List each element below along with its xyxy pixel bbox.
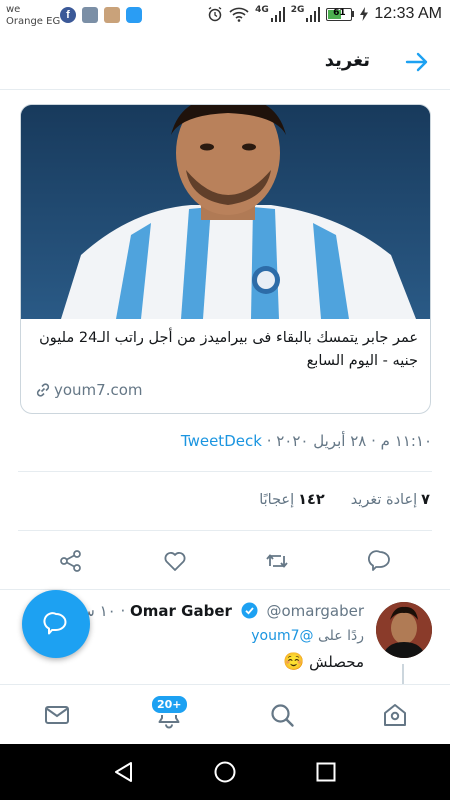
tweet-date: ٢٨ أبريل ٢٠٢٠: [276, 432, 367, 450]
carrier-line2: Orange EG: [6, 16, 61, 27]
search-icon[interactable]: [268, 701, 296, 729]
share-icon[interactable]: [58, 548, 84, 574]
article-image[interactable]: [21, 105, 430, 319]
facebook-icon: f: [60, 7, 76, 23]
carrier-info: we Orange EG: [6, 4, 60, 28]
back-arrow-icon[interactable]: [404, 50, 430, 74]
recents-square-icon[interactable]: [314, 760, 338, 784]
compose-reply-button[interactable]: [22, 590, 90, 658]
home-icon[interactable]: [381, 701, 409, 729]
home-circle-icon[interactable]: [213, 760, 237, 784]
retweet-icon[interactable]: [264, 548, 290, 574]
compose-bubble-icon: [43, 612, 67, 635]
network-4g-label: 4G: [255, 5, 269, 15]
likes-stat[interactable]: ١٤٢إعجابًا: [259, 492, 324, 508]
tweet-meta: ١١:١٠ م · ٢٨ أبريل ٢٠٢٠ · TweetDeck: [181, 432, 432, 450]
bottom-nav: [0, 684, 450, 744]
tweet-sep-1: ·: [371, 432, 376, 450]
back-triangle-icon[interactable]: [112, 760, 136, 784]
reply-text: محصلش: [309, 653, 364, 671]
card-link[interactable]: youm7.com: [35, 381, 143, 399]
tweet-sep-2: ·: [266, 432, 272, 450]
reply-bubble-icon[interactable]: [367, 548, 393, 574]
tweet-source[interactable]: TweetDeck: [181, 432, 262, 450]
likes-count: ١٤٢: [298, 492, 325, 508]
photo-thumbnail-icon: [104, 7, 120, 23]
replying-to-handle[interactable]: @youm7: [251, 628, 313, 644]
reply-body: محصلش ☺️: [283, 652, 364, 672]
carrier-line1: we: [6, 4, 21, 15]
status-indicators: 4G 2G 61 12:33 AM: [207, 5, 442, 23]
clock: 12:33 AM: [374, 5, 442, 22]
messenger-icon: [126, 7, 142, 23]
divider: [18, 530, 432, 531]
like-heart-icon[interactable]: [162, 548, 188, 574]
signal-icon-1: [270, 7, 285, 22]
link-preview-card[interactable]: عمر جابر يتمسك بالبقاء فى بيراميدز من أج…: [20, 104, 431, 414]
avatar[interactable]: [376, 602, 432, 658]
verified-badge-icon: [241, 602, 258, 619]
player-photo: [21, 105, 430, 319]
tweet-time: ١١:١٠ م: [380, 432, 432, 450]
alarm-icon: [208, 6, 222, 22]
replying-to: ردًا على @youm7: [251, 628, 364, 644]
gallery-icon: [82, 7, 98, 23]
messages-icon[interactable]: [43, 701, 71, 729]
likes-label: إعجابًا: [259, 492, 295, 508]
notifications-badge: 20+: [150, 694, 189, 715]
reply-sep: ·: [120, 602, 126, 620]
notification-icons: f: [60, 7, 142, 23]
divider: [18, 471, 432, 472]
signal-icon-2: [306, 7, 321, 22]
page-title: تغريد: [324, 50, 370, 71]
tweet-actions: [0, 540, 450, 584]
battery-level: 61: [333, 7, 346, 18]
link-icon: [36, 383, 50, 397]
wifi-icon: [229, 7, 249, 22]
smiling-emoji-icon: ☺️: [283, 652, 305, 672]
system-nav-bar: [0, 744, 450, 800]
replying-to-label: ردًا على: [318, 628, 364, 644]
thread-line: [402, 664, 404, 686]
network-2g-label: 2G: [290, 5, 305, 15]
reply-author-name[interactable]: Omar Gaber: [130, 602, 232, 620]
app-header: تغريد: [0, 34, 450, 90]
retweets-count: ٧: [421, 492, 430, 508]
reply-handle[interactable]: @omargaber: [266, 602, 364, 620]
reply-header: Omar Gaber @omargaber · ١٠ س: [76, 602, 364, 620]
tweet-stats: ٧إعادة تغريد ١٤٢إعجابًا: [259, 492, 430, 508]
retweets-label: إعادة تغريد: [350, 492, 418, 508]
battery-indicator: 61: [326, 7, 355, 21]
charging-icon: [360, 7, 369, 21]
card-title[interactable]: عمر جابر يتمسك بالبقاء فى بيراميدز من أج…: [33, 327, 418, 373]
retweets-stat[interactable]: ٧إعادة تغريد: [351, 492, 430, 508]
status-bar: we Orange EG f 4G 2G 61 12:33 AM: [0, 0, 450, 34]
card-link-text: youm7.com: [54, 381, 143, 399]
